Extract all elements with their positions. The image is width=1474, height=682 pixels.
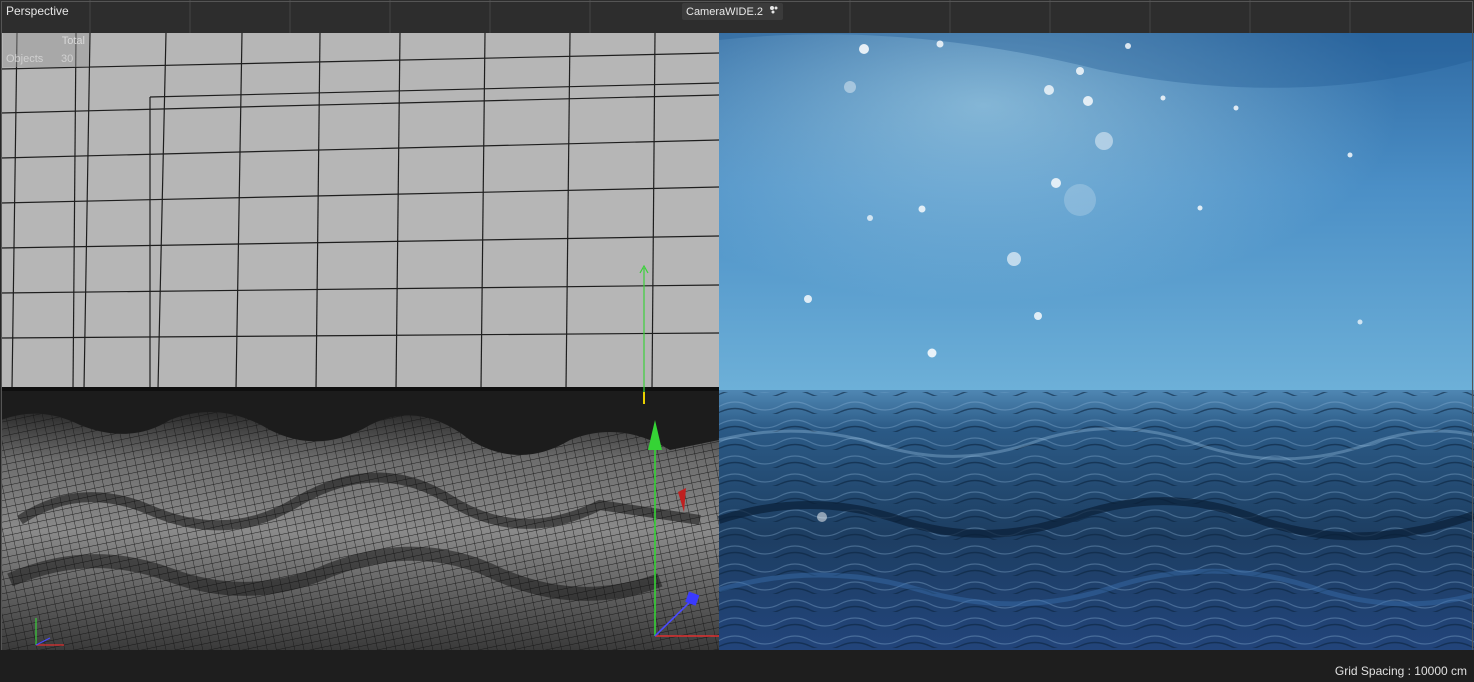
camera-name: CameraWIDE.2 xyxy=(686,5,764,18)
camera-switch-icon[interactable] xyxy=(769,5,779,18)
hud-row-value: 30 xyxy=(61,53,74,65)
viewport-frame xyxy=(1,1,1473,681)
viewport-bottom-strip xyxy=(0,650,1474,682)
hud-object-count: Total Objects 30 xyxy=(3,33,89,67)
viewport[interactable]: Perspective CameraWIDE.2 Total Objects 3… xyxy=(0,0,1474,682)
hud-row-label: Objects xyxy=(6,53,44,65)
view-name-label[interactable]: Perspective xyxy=(6,4,69,18)
hud-column-header: Total xyxy=(61,35,85,47)
active-camera-chip[interactable]: CameraWIDE.2 xyxy=(682,3,784,20)
grid-spacing-label: Grid Spacing : 10000 cm xyxy=(1334,664,1467,678)
